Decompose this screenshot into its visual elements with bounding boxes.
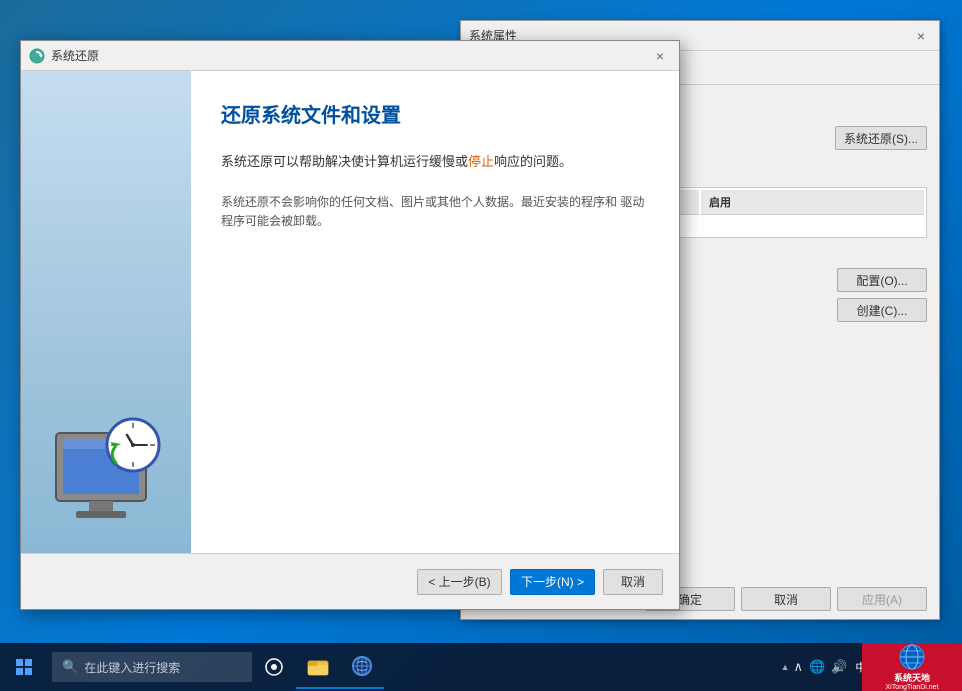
task-view-icon (265, 658, 283, 676)
next-button[interactable]: 下一步(N) > (510, 569, 595, 595)
scroll-up-indicator[interactable]: ▲ (781, 662, 790, 672)
restore-titlebar: 系统还原 × (21, 41, 679, 71)
create-button[interactable]: 创建(C)... (837, 298, 927, 322)
system-restore-button[interactable]: 系统还原(S)... (835, 126, 927, 150)
sys-props-close-button[interactable]: × (911, 26, 931, 46)
brand-globe-icon (898, 643, 926, 671)
restore-title-text: 系统还原 (51, 47, 99, 64)
configure-button[interactable]: 配置(O)... (837, 268, 927, 292)
windows-logo-icon (16, 659, 32, 675)
restore-desc1: 系统还原可以帮助解决使计算机运行缓慢或停止响应的问题。 (221, 152, 649, 173)
restore-sidebar (21, 71, 191, 553)
taskbar-search-box[interactable]: 🔍 在此键入进行搜索 (52, 652, 252, 682)
restore-desc2: 系统还原不会影响你的任何文档、图片或其他个人数据。最近安装的程序和 驱动程序可能… (221, 193, 649, 231)
browser-icon (351, 655, 373, 677)
task-view-button[interactable] (252, 645, 296, 689)
restore-main-title: 还原系统文件和设置 (221, 99, 649, 128)
network-tray-icon[interactable]: 🌐 (809, 659, 825, 675)
restore-footer: < 上一步(B) 下一步(N) > 取消 (21, 553, 679, 609)
start-button[interactable] (0, 643, 48, 691)
computer-clock-svg (31, 403, 181, 543)
stop-word: 停止 (468, 154, 494, 169)
brand-url-text: XiTongTianDi.net (885, 684, 938, 691)
chevron-icon[interactable]: ∧ (794, 659, 804, 675)
taskbar: 🔍 在此键入进行搜索 (0, 643, 962, 691)
cancel-button[interactable]: 取消 (741, 587, 831, 611)
restore-title-icon (29, 48, 45, 64)
col-status: 启用 (701, 190, 924, 215)
apply-button[interactable]: 应用(A) (837, 587, 927, 611)
notification-area: ∧ 🌐 🔊 (794, 659, 848, 675)
volume-tray-icon[interactable]: 🔊 (831, 659, 847, 675)
browser-button[interactable] (340, 645, 384, 689)
restore-main-content: 还原系统文件和设置 系统还原可以帮助解决使计算机运行缓慢或停止响应的问题。 系统… (191, 71, 679, 553)
system-restore-dialog: 系统还原 × (20, 40, 680, 610)
sys-props-footer: 确定 取消 应用(A) (645, 587, 927, 611)
restore-title-left: 系统还原 (29, 47, 99, 64)
restore-close-button[interactable]: × (649, 45, 671, 67)
taskbar-search-text: 在此键入进行搜索 (84, 659, 180, 676)
desktop: 系统属性 × 远程 系统更改。 系统还原(S)... 保护设置 保护 启用 (0, 0, 962, 691)
brand-logo-area: 系统天地 XiTongTianDi.net (862, 643, 962, 691)
file-explorer-button[interactable] (296, 645, 340, 689)
restore-body: 还原系统文件和设置 系统还原可以帮助解决使计算机运行缓慢或停止响应的问题。 系统… (21, 71, 679, 553)
prev-button[interactable]: < 上一步(B) (417, 569, 502, 595)
search-icon: 🔍 (62, 659, 78, 675)
sidebar-illustration (31, 403, 171, 533)
file-explorer-icon (307, 655, 329, 677)
cancel-wizard-button[interactable]: 取消 (603, 569, 663, 595)
brand-content: 系统天地 XiTongTianDi.net (885, 643, 938, 691)
brand-name-text: 系统天地 (894, 671, 930, 684)
